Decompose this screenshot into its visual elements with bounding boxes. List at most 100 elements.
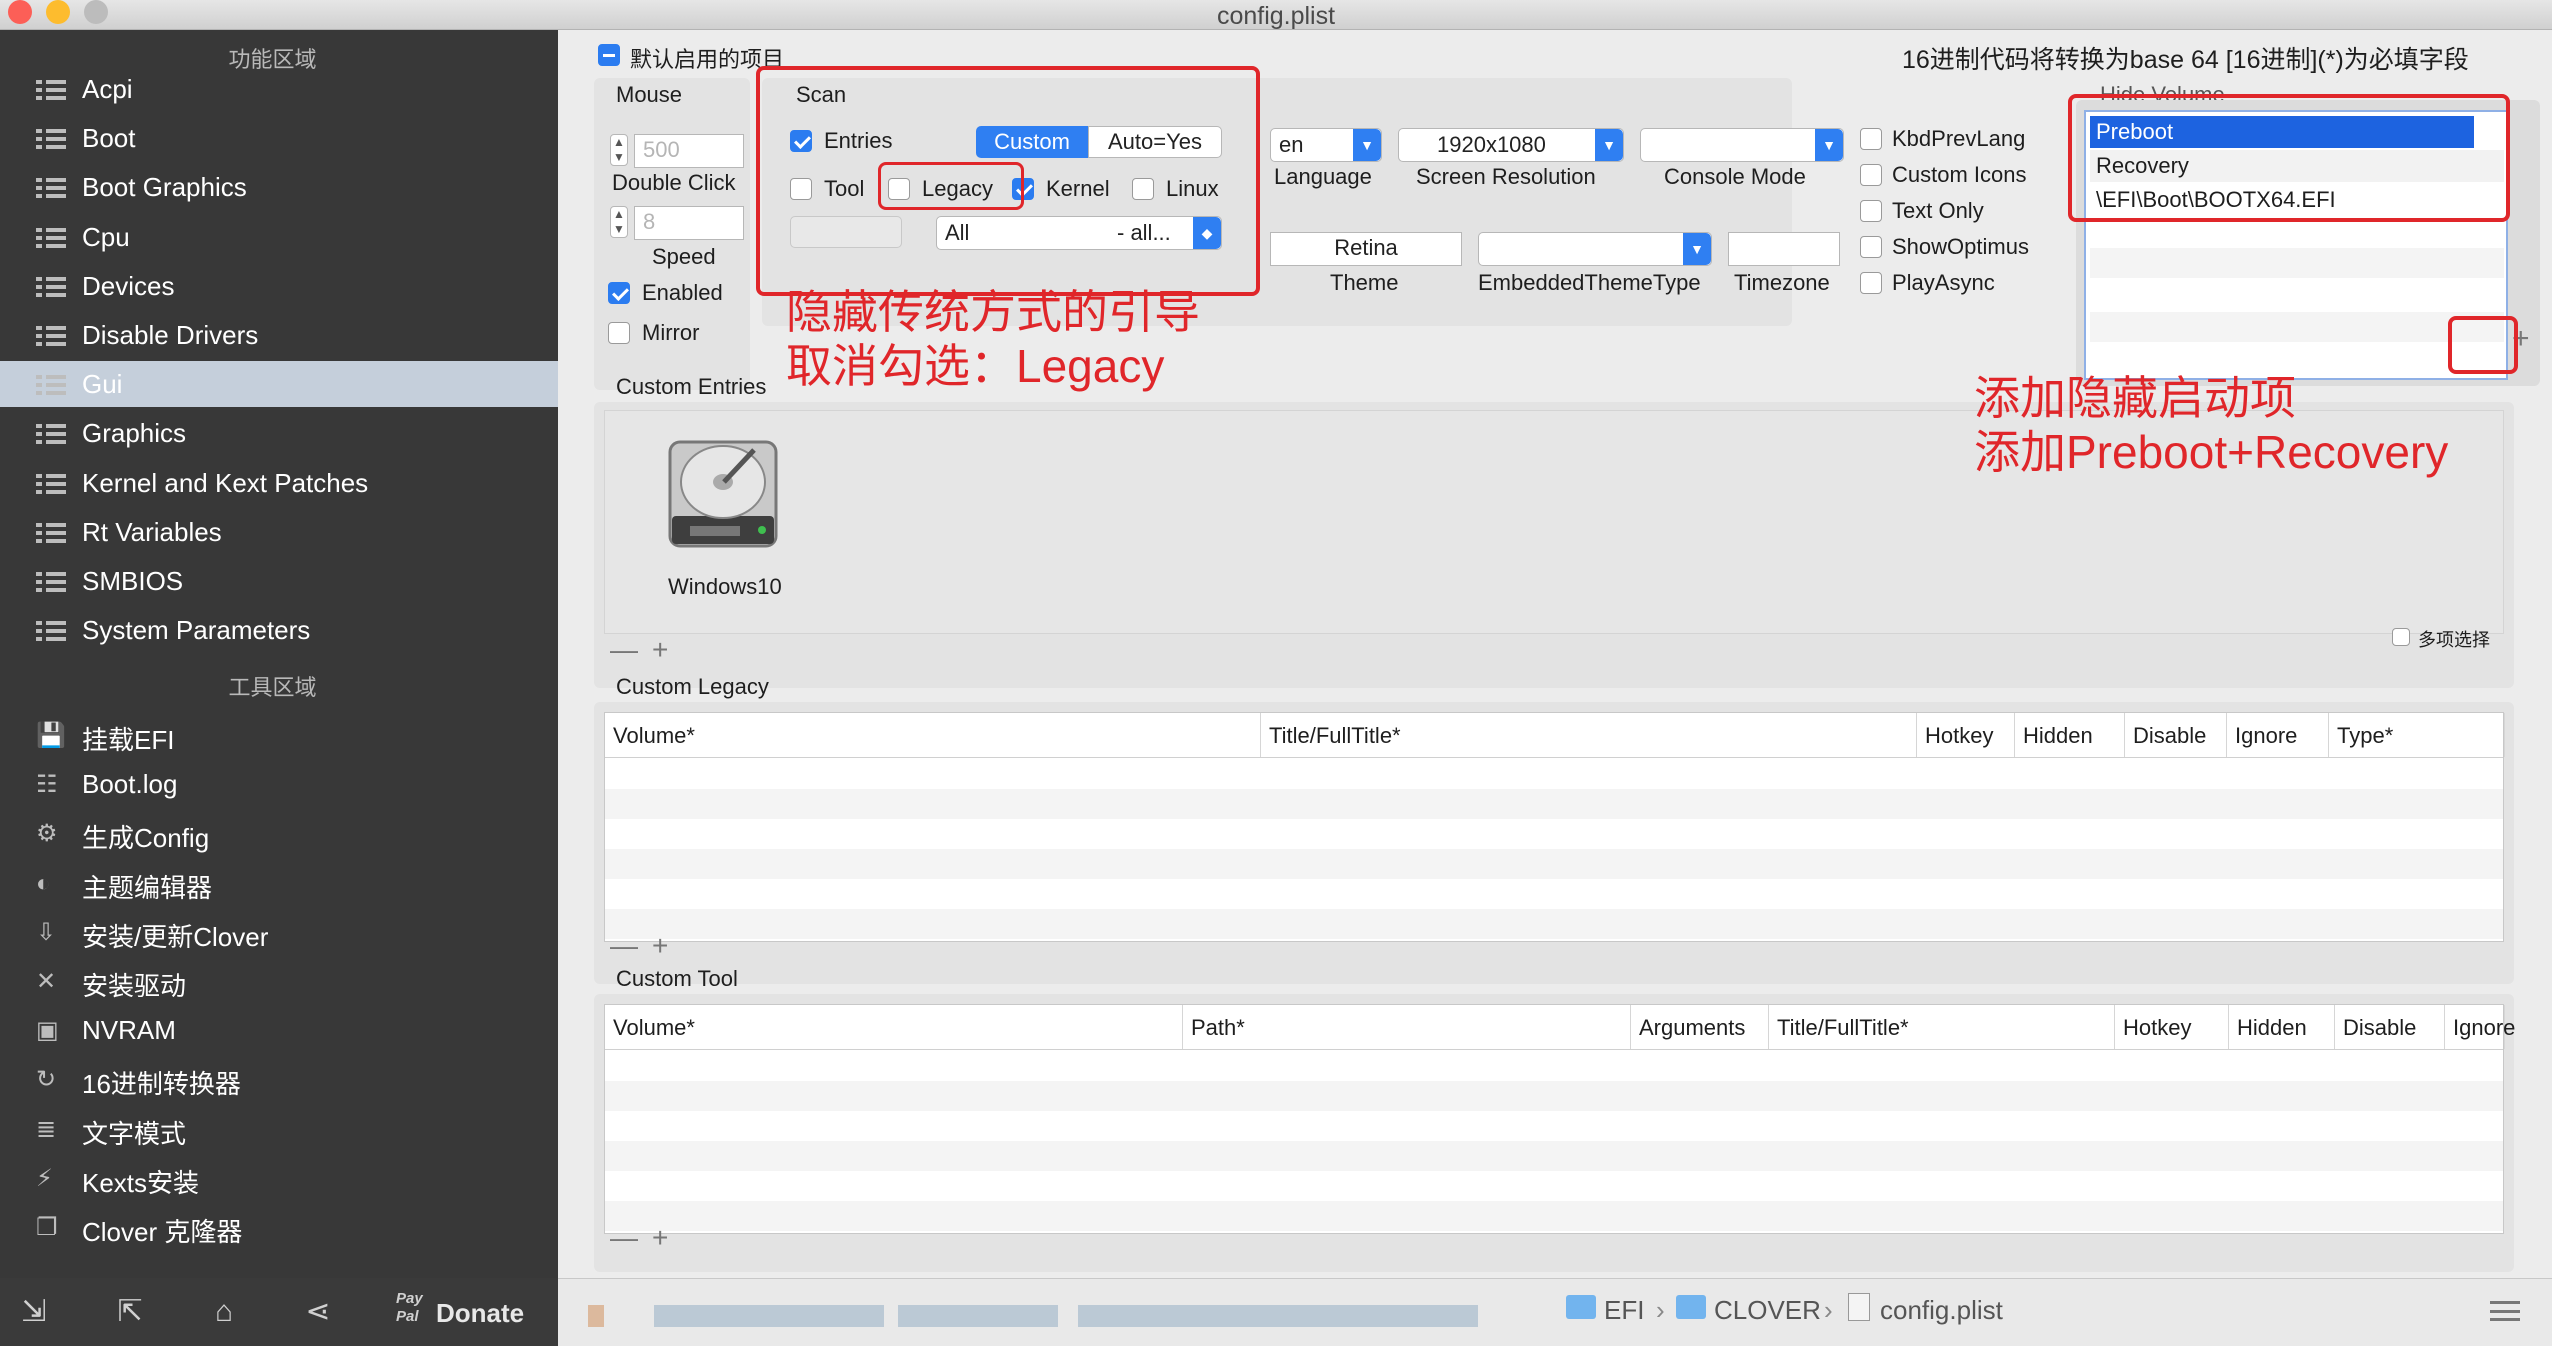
sidebar-item-smbios[interactable]: SMBIOS xyxy=(0,558,558,604)
sidebar-item-disable-drivers[interactable]: Disable Drivers xyxy=(0,312,558,358)
option-custom-icons-checkbox[interactable] xyxy=(1860,164,1882,186)
custom-legacy-table[interactable]: Volume* Title/FullTitle* Hotkey Hidden Disab… xyxy=(604,712,2505,942)
gears-icon: ⚙ xyxy=(36,820,58,848)
custom-tool-add-remove[interactable]: —+ xyxy=(610,1222,682,1254)
custom-entries-add-remove[interactable]: —+ xyxy=(610,634,682,666)
sidebar-item-kernel-and-kext-patches[interactable]: Kernel and Kext Patches xyxy=(0,460,558,506)
custom-tool-table[interactable]: Volume* Path* Arguments Title/FullTitle* Hot… xyxy=(604,1004,2515,1234)
home-icon[interactable]: ⌂ xyxy=(206,1294,242,1330)
column-header-hidden[interactable]: Hidden xyxy=(2229,1005,2335,1049)
column-header-path[interactable]: Path* xyxy=(1183,1005,1631,1049)
hide-annotation-line1: 添加隐藏启动项 xyxy=(1974,372,2296,424)
list-icon xyxy=(36,324,66,348)
paypal-icon: Pay Pal xyxy=(396,1290,423,1325)
tool-item-0[interactable]: 💾 挂载EFI xyxy=(0,712,558,758)
console-mode-popup[interactable]: ▼ xyxy=(1640,128,1844,162)
hard-drive-icon[interactable] xyxy=(658,428,788,558)
chip-icon: ▣ xyxy=(36,1017,59,1045)
tool-item-6[interactable]: ▣ NVRAM xyxy=(0,1007,558,1053)
list-icon xyxy=(36,275,66,299)
file-icon xyxy=(1848,1293,1870,1321)
embedded-theme-popup[interactable]: ▼ xyxy=(1478,232,1712,266)
mouse-enabled-label: Enabled xyxy=(642,280,723,305)
sidebar-item-acpi[interactable]: Acpi xyxy=(0,66,558,112)
sidebar-item-boot[interactable]: Boot xyxy=(0,115,558,161)
tool-item-1[interactable]: ☷ Boot.log xyxy=(0,761,558,807)
menu-icon[interactable] xyxy=(2490,1301,2520,1321)
option-kbdprevlang-checkbox[interactable] xyxy=(1860,128,1882,150)
column-header-arguments[interactable]: Arguments xyxy=(1631,1005,1769,1049)
export-icon[interactable]: ⇱ xyxy=(112,1294,148,1330)
sidebar-item-label: Gui xyxy=(82,369,123,400)
sidebar-item-boot-graphics[interactable]: Boot Graphics xyxy=(0,164,558,210)
column-header-disable[interactable]: Disable xyxy=(2335,1005,2445,1049)
tool-item-3[interactable]: ◐ 主题编辑器 xyxy=(0,860,558,906)
column-header-volume[interactable]: Volume* xyxy=(605,713,1261,757)
column-header-hidden[interactable]: Hidden xyxy=(2015,713,2125,757)
multi-select-checkbox[interactable] xyxy=(2392,628,2410,646)
column-header-ignore[interactable]: Ignore xyxy=(2445,1005,2515,1049)
path-bar: EFI › CLOVER › config.plist xyxy=(558,1278,2552,1346)
tool-item-10[interactable]: ❐ Clover 克隆器 xyxy=(0,1204,558,1250)
sidebar-item-rt-variables[interactable]: Rt Variables xyxy=(0,509,558,555)
hide-volume-highlight-box xyxy=(2068,94,2510,222)
tool-item-label: 文字模式 xyxy=(82,1118,187,1149)
tool-item-5[interactable]: ✕ 安装驱动 xyxy=(0,958,558,1004)
option-kbdprevlang-label: KbdPrevLang xyxy=(1892,126,2026,151)
column-header-title-fulltitle[interactable]: Title/FullTitle* xyxy=(1769,1005,2115,1049)
donate-button[interactable]: Donate xyxy=(436,1298,524,1329)
option-showoptimus-label: ShowOptimus xyxy=(1892,234,2029,259)
share-icon[interactable]: ⋖ xyxy=(300,1294,336,1330)
column-header-hotkey[interactable]: Hotkey xyxy=(2115,1005,2229,1049)
column-header-hotkey[interactable]: Hotkey xyxy=(1917,713,2015,757)
tools-icon: ✕ xyxy=(36,968,57,995)
import-icon[interactable]: ⇲ xyxy=(16,1294,52,1330)
speed-input[interactable]: 8 xyxy=(634,206,744,240)
sidebar-item-label: Acpi xyxy=(82,74,133,104)
windows10-entry-label: Windows10 xyxy=(668,574,782,599)
path-efi[interactable]: EFI xyxy=(1604,1295,1644,1326)
tool-item-9[interactable]: ⚡ Kexts安装 xyxy=(0,1155,558,1201)
tool-item-2[interactable]: ⚙ 生成Config xyxy=(0,810,558,856)
list-icon xyxy=(36,226,66,250)
column-header-disable[interactable]: Disable xyxy=(2125,713,2227,757)
path-clover[interactable]: CLOVER xyxy=(1714,1295,1821,1326)
resolution-popup[interactable]: 1920x1080 ▼ xyxy=(1398,128,1624,162)
speed-stepper[interactable]: ▲ ▼ xyxy=(610,206,628,238)
mouse-mirror-checkbox[interactable] xyxy=(608,322,630,344)
double-click-input[interactable]: 500 xyxy=(634,134,744,168)
sidebar-item-cpu[interactable]: Cpu xyxy=(0,214,558,260)
language-popup[interactable]: en ▼ xyxy=(1270,128,1382,162)
sidebar-item-devices[interactable]: Devices xyxy=(0,263,558,309)
tool-item-7[interactable]: ↻ 16进制转换器 xyxy=(0,1056,558,1102)
theme-input[interactable]: Retina xyxy=(1270,232,1462,266)
sidebar-item-system-parameters[interactable]: System Parameters xyxy=(0,607,558,653)
tool-item-label: 主题编辑器 xyxy=(82,872,213,903)
double-click-stepper[interactable]: ▲ ▼ xyxy=(610,134,628,166)
column-header-volume[interactable]: Volume* xyxy=(605,1005,1183,1049)
legacy-highlight-box xyxy=(878,162,1024,210)
option-showoptimus-checkbox[interactable] xyxy=(1860,236,1882,258)
custom-entries-title: Custom Entries xyxy=(616,374,767,399)
default-enabled-checkbox[interactable] xyxy=(598,44,620,66)
timezone-input[interactable] xyxy=(1728,232,1840,266)
option-playasync-checkbox[interactable] xyxy=(1860,272,1882,294)
chevron-down-icon: ▼ xyxy=(1353,129,1381,161)
sidebar-item-gui[interactable]: Gui xyxy=(0,361,558,408)
tool-item-8[interactable]: ≣ 文字模式 xyxy=(0,1106,558,1152)
tool-item-4[interactable]: ⇩ 安装/更新Clover xyxy=(0,909,558,955)
column-header-ignore[interactable]: Ignore xyxy=(2227,713,2329,757)
legacy-annotation-line1: 隐藏传统方式的引导 xyxy=(786,286,1200,338)
list-icon xyxy=(36,570,66,594)
sidebar: 功能区域 Acpi Boot Boot Graphics Cpu Devices Disa… xyxy=(0,30,558,1346)
path-file[interactable]: config.plist xyxy=(1880,1295,2003,1326)
custom-legacy-add-remove[interactable]: —+ xyxy=(610,930,682,962)
mouse-enabled-checkbox[interactable] xyxy=(608,282,630,304)
column-header-title-fulltitle[interactable]: Title/FullTitle* xyxy=(1261,713,1917,757)
sidebar-item-graphics[interactable]: Graphics xyxy=(0,410,558,456)
option-text-only-checkbox[interactable] xyxy=(1860,200,1882,222)
speed-label: Speed xyxy=(652,244,716,269)
column-header-type[interactable]: Type* xyxy=(2329,713,2505,757)
list-icon xyxy=(36,78,66,102)
title-bar: config.plist xyxy=(0,0,2552,30)
